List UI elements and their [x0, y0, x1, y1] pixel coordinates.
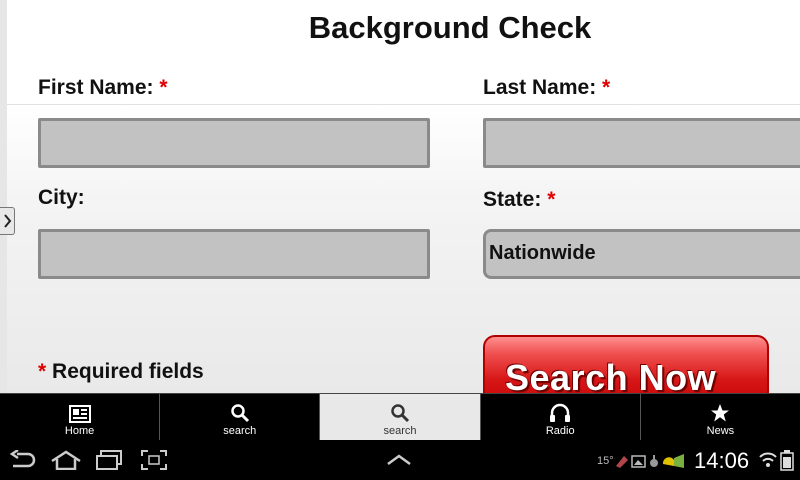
- temperature-indicator: 15°: [597, 455, 614, 467]
- city-label-text: City:: [38, 186, 85, 209]
- state-label: State: *: [483, 188, 555, 212]
- required-asterisk: *: [547, 188, 556, 211]
- search-now-button[interactable]: Search Now: [483, 335, 769, 393]
- home-icon[interactable]: [50, 450, 82, 470]
- page-title: Background Check: [308, 10, 592, 45]
- city-input[interactable]: [38, 229, 430, 279]
- required-fields-note: * Required fields: [38, 360, 204, 384]
- tab-search-2[interactable]: search: [320, 394, 481, 440]
- recent-apps-icon[interactable]: [95, 450, 123, 470]
- last-name-input[interactable]: [483, 118, 800, 168]
- last-name-label-text: Last Name:: [483, 76, 597, 99]
- city-label: City:: [38, 186, 85, 210]
- tab-home-label: Home: [64, 425, 95, 437]
- star-icon: [711, 404, 730, 422]
- screenshot-icon[interactable]: [141, 450, 167, 470]
- notification-icons: [616, 454, 684, 468]
- tab-news-label: News: [706, 425, 735, 437]
- search-icon: [391, 404, 410, 423]
- tab-search-1-label: search: [223, 425, 257, 437]
- first-name-label: First Name: *: [38, 76, 168, 100]
- chevron-up-icon[interactable]: [386, 454, 412, 466]
- first-name-input[interactable]: [38, 118, 430, 168]
- required-asterisk: *: [602, 76, 611, 99]
- app-content: Background Check First Name: * Last Name…: [0, 0, 800, 393]
- side-drawer-handle[interactable]: [0, 207, 15, 235]
- required-asterisk: *: [38, 360, 47, 383]
- battery-icon: [780, 450, 794, 471]
- headphones-icon: [550, 403, 571, 422]
- chevron-right-icon: [3, 214, 11, 228]
- required-note-text: Required fields: [52, 360, 204, 383]
- first-name-label-text: First Name:: [38, 76, 154, 99]
- system-navigation-bar: 15° 14:06: [0, 440, 800, 480]
- header-divider: [7, 104, 800, 105]
- tab-radio-label: Radio: [545, 425, 575, 437]
- search-icon: [231, 404, 249, 423]
- home-card-icon: [68, 405, 91, 423]
- tab-radio[interactable]: Radio: [481, 394, 641, 440]
- state-select-value: Nationwide: [489, 242, 596, 264]
- last-name-label: Last Name: *: [483, 76, 610, 100]
- tab-search-1[interactable]: search: [160, 394, 321, 440]
- tab-search-2-label: search: [383, 425, 417, 437]
- back-icon[interactable]: [8, 450, 36, 470]
- tab-news[interactable]: News: [641, 394, 800, 440]
- clock: 14:06: [694, 448, 750, 473]
- left-edge-strip: [0, 0, 7, 393]
- state-label-text: State:: [483, 188, 542, 211]
- bottom-tab-bar: Home search search Radio News: [0, 393, 800, 440]
- state-select[interactable]: Nationwide: [483, 229, 800, 279]
- wifi-icon: [759, 452, 777, 467]
- required-asterisk: *: [159, 76, 168, 99]
- tab-home[interactable]: Home: [0, 394, 161, 440]
